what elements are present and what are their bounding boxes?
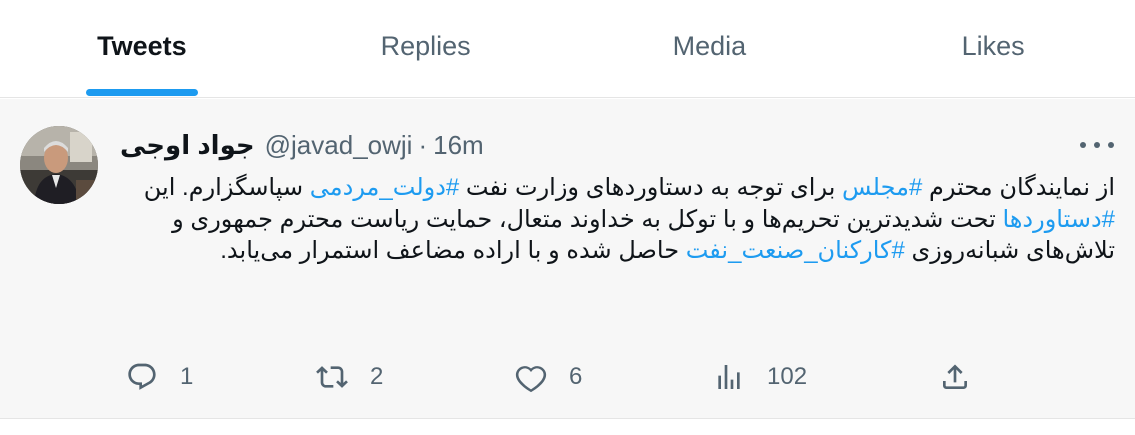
hashtag-link[interactable]: #مجلس [842, 174, 922, 201]
active-tab-indicator [85, 89, 198, 96]
views-button[interactable]: 102 [713, 357, 807, 397]
author-name[interactable]: جواد اوجی [120, 130, 255, 161]
tab-tweets[interactable]: Tweets [0, 0, 284, 97]
tweet-timestamp[interactable]: 16m [433, 130, 484, 161]
tab-likes[interactable]: Likes [851, 0, 1135, 97]
author-handle[interactable]: @javad_owji [265, 130, 413, 161]
views-count: 102 [767, 363, 808, 390]
avatar-image [20, 126, 98, 204]
tab-media-label: Media [672, 31, 747, 61]
tab-tweets-label: Tweets [97, 31, 187, 61]
like-count: 6 [569, 363, 583, 390]
tweet-text-part: از نمایندگان محترم [922, 174, 1115, 201]
more-horizontal-icon[interactable] [1080, 135, 1114, 155]
tweet[interactable]: جواد اوجی @javad_owji · 16m از نمایندگان… [0, 99, 1135, 419]
tab-media[interactable]: Media [568, 0, 852, 97]
header-separator: · [418, 130, 428, 160]
profile-tabs: Tweets Replies Media Likes [0, 0, 1135, 98]
hashtag-link[interactable]: #کارکنان_صنعت_نفت [686, 237, 905, 264]
hashtag-link[interactable]: #دولت_مردمی [310, 174, 460, 201]
share-button[interactable] [939, 357, 971, 397]
views-icon [718, 365, 740, 389]
tweet-text-part: حاصل شده و با اراده مضاعف استمرار می‌یاب… [220, 237, 686, 264]
heart-icon [515, 366, 547, 393]
tab-likes-label: Likes [961, 31, 1025, 61]
tab-replies-label: Replies [380, 31, 471, 61]
share-icon [943, 364, 967, 389]
tab-replies[interactable]: Replies [284, 0, 568, 97]
tweet-text: از نمایندگان محترم #مجلس برای توجه به دس… [118, 172, 1115, 267]
avatar[interactable] [20, 126, 98, 204]
tweet-text-part: سپاسگزارم. این [143, 174, 310, 201]
tweet-actions: 1 2 6 102 [0, 357, 1135, 397]
tweet-text-part: برای توجه به دستاوردهای وزارت نفت [459, 174, 843, 201]
like-button[interactable]: 6 [515, 357, 582, 397]
reply-button[interactable]: 1 [126, 357, 193, 397]
reply-count: 1 [180, 363, 194, 390]
reply-icon [128, 363, 156, 390]
tweet-header: جواد اوجی @javad_owji · 16m [120, 130, 1055, 161]
retweet-button[interactable]: 2 [316, 357, 383, 397]
hashtag-link[interactable]: #دستاوردها [1002, 206, 1115, 233]
retweet-icon [316, 366, 348, 388]
retweet-count: 2 [370, 363, 384, 390]
